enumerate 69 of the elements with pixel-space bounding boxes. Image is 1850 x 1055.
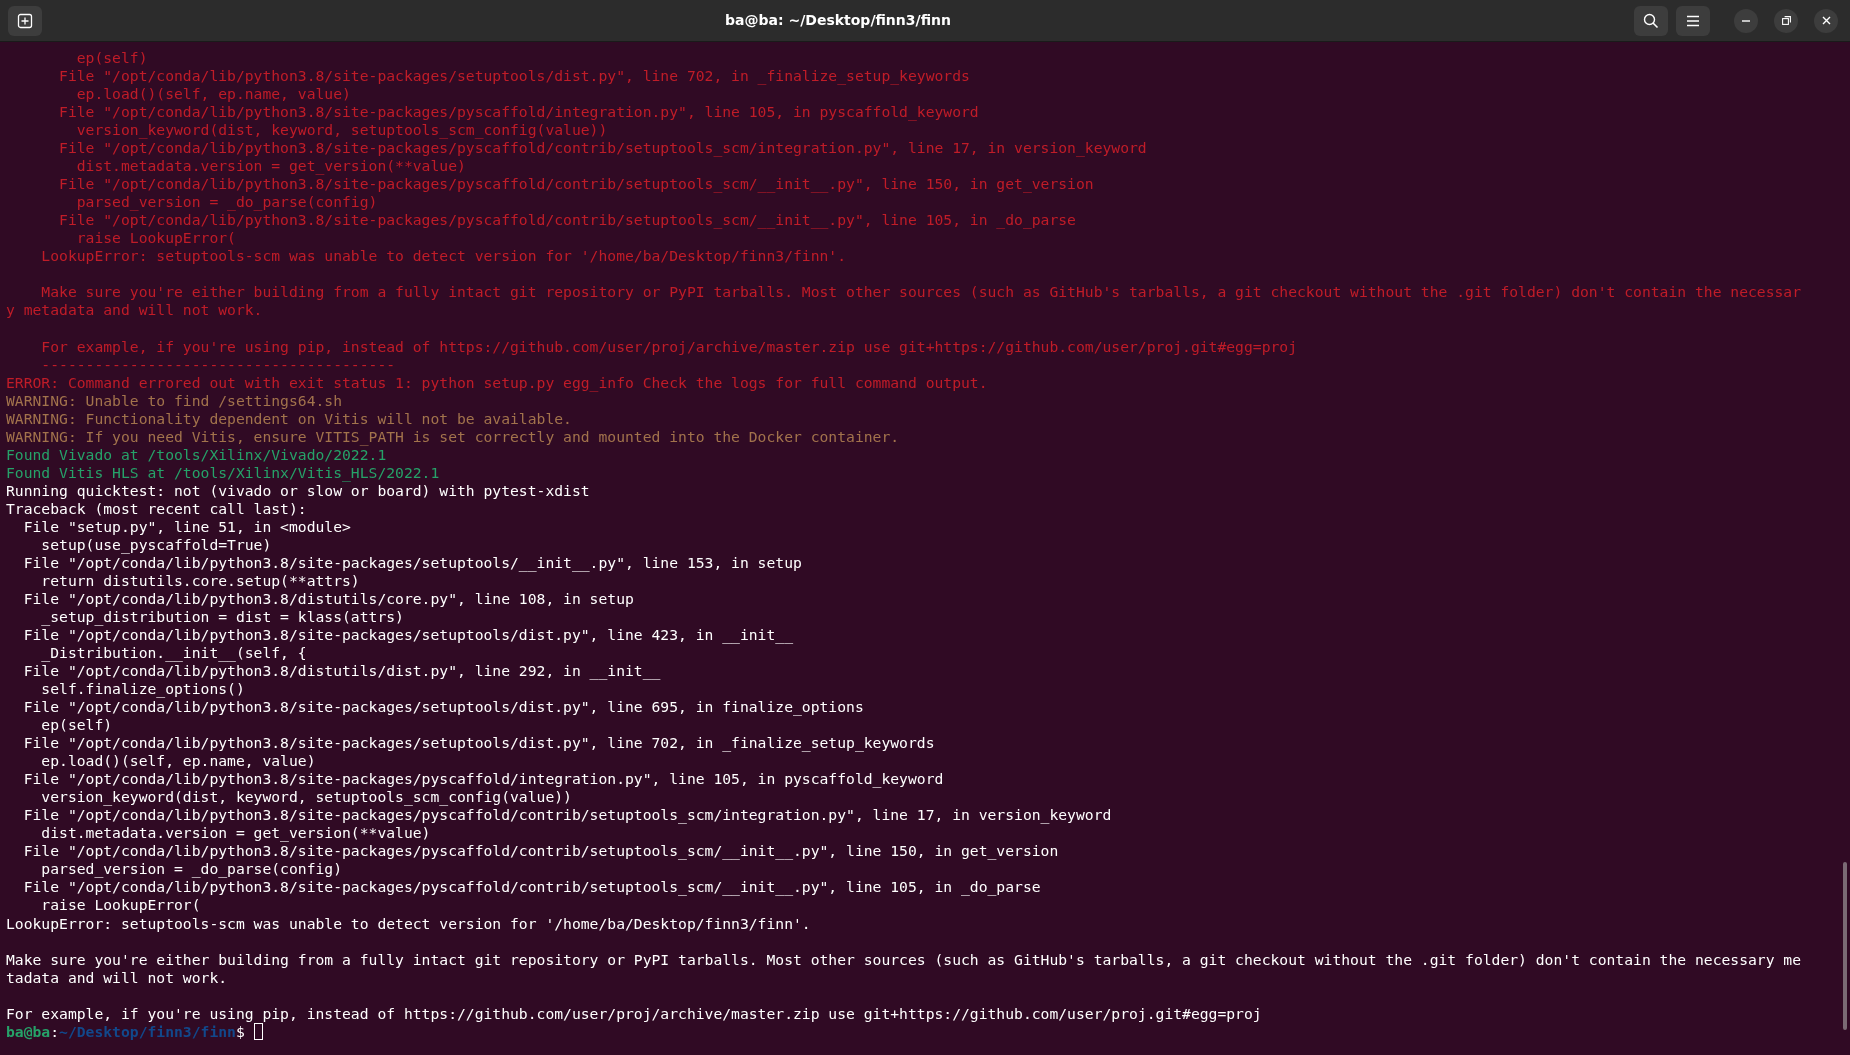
output-line: Traceback (most recent call last): (6, 499, 307, 518)
close-icon (1821, 16, 1831, 25)
output-line: tadata and will not work. (6, 968, 228, 987)
restore-icon (1781, 16, 1791, 25)
error-output-line: For example, if you're using pip, instead of https://github.com/user/proj/archive/master.zip use git+https://github.com/user/proj.git#egg=proj (40, 337, 1298, 356)
menu-icon (1686, 14, 1700, 27)
error-output-line: dist.metadata.version = get_version(**value) (75, 157, 466, 176)
output-line: File "/opt/conda/lib/python3.8/distutils/dist.py", line 292, in __init__ (22, 662, 661, 681)
error-output-line: LookupError: setuptools-scm was unable to detect version for '/home/ba/Desktop/finn3/finn'. (40, 247, 847, 266)
output-line: self.finalize_options() (40, 680, 245, 699)
error-output-line: ---------------------------------------- (40, 355, 396, 374)
output-line: File "/opt/conda/lib/python3.8/site-packages/pyscaffold/contrib/setuptools_scm/__init__.py", line 105, in _do_parse (22, 878, 1041, 897)
output-line: Running quicktest: not (vivado or slow or board) with pytest-xdist (6, 481, 590, 500)
prompt-symbol: $ (235, 1022, 245, 1040)
output-line: File "setup.py", line 51, in <module> (22, 517, 351, 536)
status-line: Found Vivado at /tools/Xilinx/Vivado/2022.1 (6, 445, 387, 464)
output-line: File "/opt/conda/lib/python3.8/site-packages/setuptools/dist.py", line 423, in __init__ (22, 626, 793, 645)
error-output-line: ep(self) (75, 49, 148, 68)
output-line: ep(self) (40, 716, 113, 735)
output-line: File "/opt/conda/lib/python3.8/site-packages/setuptools/__init__.py", line 153, in setup (22, 553, 802, 572)
prompt-user-host: ba@ba (6, 1022, 51, 1040)
error-output-line: ep.load()(self, ep.name, value) (75, 85, 351, 104)
prompt-path: ~/Desktop/finn3/finn (59, 1022, 236, 1040)
menu-button[interactable] (1676, 5, 1710, 36)
error-output-line: raise LookupError( (75, 229, 236, 248)
output-line: dist.metadata.version = get_version(**value) (40, 824, 431, 843)
new-tab-icon (17, 12, 33, 29)
error-output-line: File "/opt/conda/lib/python3.8/site-packages/pyscaffold/contrib/setuptools_scm/__init__.py", line 105, in _do_parse (58, 211, 1076, 230)
output-line: ep.load()(self, ep.name, value) (40, 752, 316, 771)
output-line: version_keyword(dist, keyword, setuptools_scm_config(value)) (40, 788, 572, 807)
output-line: File "/opt/conda/lib/python3.8/distutils/core.py", line 108, in setup (22, 589, 634, 608)
output-line: setup(use_pyscaffold=True) (40, 535, 272, 554)
error-output-line: y metadata and will not work. (6, 301, 263, 320)
window-title: ba@ba: ~/Desktop/finn3/finn (724, 11, 952, 30)
output-line: LookupError: setuptools-scm was unable to detect version for '/home/ba/Desktop/finn3/finn'. (6, 914, 811, 933)
output-line: File "/opt/conda/lib/python3.8/site-packages/setuptools/dist.py", line 702, in _finalize_setup_keywords (22, 734, 935, 753)
output-line: File "/opt/conda/lib/python3.8/site-packages/pyscaffold/contrib/setuptools_scm/__init__.py", line 150, in get_version (22, 842, 1059, 861)
output-line: For example, if you're using pip, instead of https://github.com/user/proj/archive/master.zip use git+https://github.com/user/proj.git#egg=proj (6, 1004, 1262, 1023)
close-button[interactable] (1814, 8, 1838, 33)
output-line: File "/opt/conda/lib/python3.8/site-packages/pyscaffold/contrib/setuptools_scm/integration.py", line 17, in version_keyword (22, 806, 1112, 825)
error-output-line: ERROR: Command errored out with exit status 1: python setup.py egg_info Check the logs for full command output. (6, 373, 988, 392)
warning-line: WARNING: Unable to find /settings64.sh (6, 391, 343, 410)
error-output-line: Make sure you're either building from a fully intact git repository or PyPI tarballs. Most other sources (such as GitHub's tarballs, a git checkout without the .git folder) don't contain the necessar (40, 283, 1802, 302)
new-tab-button[interactable] (8, 5, 42, 36)
warning-line: WARNING: If you need Vitis, ensure VITIS_PATH is set correctly and mounted into the Docker container. (6, 427, 900, 446)
error-output-line: File "/opt/conda/lib/python3.8/site-packages/pyscaffold/integration.py", line 105, in pyscaffold_keyword (58, 103, 979, 122)
error-output-line: File "/opt/conda/lib/python3.8/site-packages/pyscaffold/contrib/setuptools_scm/integration.py", line 17, in version_keyword (58, 139, 1147, 158)
output-line: File "/opt/conda/lib/python3.8/site-packages/setuptools/dist.py", line 695, in finalize_options (22, 698, 864, 717)
output-line: return distutils.core.setup(**attrs) (40, 571, 360, 590)
error-output-line: version_keyword(dist, keyword, setuptools_scm_config(value)) (75, 121, 608, 140)
minimize-icon (1742, 19, 1750, 22)
minimize-button[interactable] (1734, 8, 1758, 33)
error-output-line: File "/opt/conda/lib/python3.8/site-packages/setuptools/dist.py", line 702, in _finalize_setup_keywords (58, 67, 970, 86)
search-icon (1643, 12, 1659, 29)
scrollbar-thumb[interactable] (1843, 862, 1847, 1030)
output-line: _Distribution.__init__(self, { (40, 644, 307, 663)
output-line: _setup_distribution = dist = klass(attrs) (40, 607, 404, 626)
search-button[interactable] (1634, 5, 1668, 36)
output-line: raise LookupError( (40, 896, 201, 915)
prompt-separator: : (50, 1022, 60, 1040)
text-cursor (253, 1022, 263, 1040)
status-line: Found Vitis HLS at /tools/Xilinx/Vitis_HLS/2022.1 (6, 463, 440, 482)
output-line: File "/opt/conda/lib/python3.8/site-packages/pyscaffold/integration.py", line 105, in pyscaffold_keyword (22, 770, 944, 789)
output-line: parsed_version = _do_parse(config) (40, 860, 343, 879)
error-output-line: parsed_version = _do_parse(config) (75, 193, 378, 212)
output-line: Make sure you're either building from a fully intact git repository or PyPI tarballs. Most other sources (such as GitHub's tarballs, a git checkout without the .git folder) don't contain the necessary me (6, 950, 1802, 969)
error-output-line: File "/opt/conda/lib/python3.8/site-packages/pyscaffold/contrib/setuptools_scm/__init__.py", line 150, in get_version (58, 175, 1094, 194)
warning-line: WARNING: Functionality dependent on Vitis will not be available. (6, 409, 572, 428)
restore-button[interactable] (1774, 8, 1798, 33)
